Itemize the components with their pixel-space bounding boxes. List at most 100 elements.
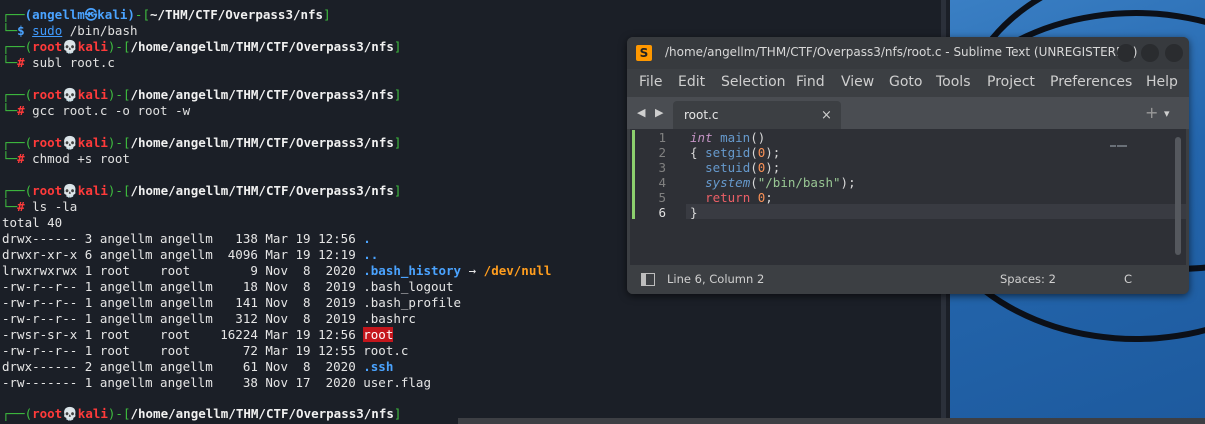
root-command-line: └─# subl root.c — [2, 55, 115, 71]
prompt-corner-bottom: └─ — [2, 199, 18, 214]
command-args: /bin/bash — [62, 23, 138, 38]
status-indentation[interactable]: Spaces: 2 — [1000, 272, 1056, 286]
command-text: ls -la — [32, 199, 78, 214]
prompt-host: kali — [77, 135, 108, 150]
close-tab-icon[interactable]: × — [821, 108, 832, 123]
file-name: .bash_history — [363, 263, 462, 278]
menu-preferences[interactable]: Preferences — [1050, 74, 1132, 90]
code-call: system — [705, 175, 751, 190]
minimize-button[interactable] — [1117, 44, 1135, 62]
root-command-line: └─# gcc root.c -o root -w — [2, 103, 190, 119]
menu-view[interactable]: View — [841, 74, 874, 90]
symlink-target: /dev/null — [483, 263, 552, 278]
listing-row: drwxr-xr-x 6 angellm angellm 4096 Mar 19… — [2, 247, 378, 263]
prompt-corner-bottom: └─ — [2, 23, 18, 38]
file-meta: 2 angellm angellm 61 Nov 8 2020 — [77, 359, 364, 374]
prompt-path: /home/angellm/THM/CTF/Overpass3/nfs — [130, 87, 394, 102]
close-button[interactable] — [1165, 44, 1183, 62]
code-brace: } — [690, 205, 698, 220]
window-titlebar[interactable]: S /home/angellm/THM/CTF/Overpass3/nfs/ro… — [627, 37, 1189, 69]
prompt-root-user: root — [32, 183, 63, 198]
prompt-command-line: └─$ sudo /bin/bash — [2, 23, 138, 39]
root-prompt-header: ┌──(root💀kali)-[/home/angellm/THM/CTF/Ov… — [2, 183, 401, 199]
code-func-name: main — [712, 130, 751, 145]
window-title: /home/angellm/THM/CTF/Overpass3/nfs/root… — [665, 45, 1138, 59]
minimap[interactable] — [1110, 132, 1132, 147]
command-text: gcc root.c -o root -w — [32, 103, 191, 118]
prompt-root-user: root — [32, 87, 63, 102]
prompt-bracket: ] — [393, 135, 402, 150]
file-perms: -rw------- — [2, 375, 78, 390]
prompt-symbol: $ — [17, 23, 25, 38]
line-number: 3 — [658, 160, 666, 175]
file-name: .bash_profile — [363, 295, 462, 310]
sidebar-toggle-icon[interactable] — [641, 273, 655, 286]
file-name: .bashrc — [363, 311, 416, 326]
status-cursor-position[interactable]: Line 6, Column 2 — [667, 272, 764, 286]
listing-row: -rw-r--r-- 1 angellm angellm 312 Nov 8 2… — [2, 311, 416, 327]
code-call: setuid — [705, 160, 751, 175]
tab-nav-arrows-icon[interactable]: ◀ ▶ — [637, 106, 666, 119]
menu-help[interactable]: Help — [1146, 74, 1178, 90]
line-number-current: 6 — [658, 205, 666, 220]
code-line: } — [690, 205, 698, 220]
prompt-corner: ┌──( — [2, 87, 33, 102]
listing-row: drwx------ 2 angellm angellm 61 Nov 8 20… — [2, 359, 393, 375]
file-perms: lrwxrwxrwx — [2, 263, 78, 278]
prompt-symbol: # — [17, 55, 25, 70]
menu-find[interactable]: Find — [796, 74, 825, 90]
file-name-suid: root — [363, 327, 394, 342]
code-paren: ); — [765, 145, 781, 160]
line-gutter: 1 2 3 4 5 6 — [630, 129, 686, 265]
current-line-highlight — [686, 204, 1186, 219]
skull-icon: 💀 — [62, 183, 78, 198]
line-number: 4 — [658, 175, 666, 190]
prompt-symbol: # — [17, 103, 25, 118]
command-sudo: sudo — [32, 23, 63, 38]
root-prompt-header: ┌──(root💀kali)-[/home/angellm/THM/CTF/Ov… — [2, 135, 401, 151]
file-perms: -rw-r--r-- — [2, 311, 78, 326]
tab-root-c[interactable]: root.c × — [673, 101, 841, 129]
code-call: setgid — [705, 145, 751, 160]
prompt-root-user: root — [32, 39, 63, 54]
menu-edit[interactable]: Edit — [678, 74, 705, 90]
new-tab-icon[interactable]: + — [1145, 103, 1158, 122]
editor-scrollbar[interactable] — [1175, 137, 1181, 255]
prompt-dash: )-[ — [107, 406, 131, 421]
taskbar-edge — [458, 418, 1205, 424]
listing-row: -rw-r--r-- 1 angellm angellm 141 Nov 8 2… — [2, 295, 461, 311]
prompt-dash: )-[ — [107, 39, 131, 54]
tab-list-icon[interactable]: ▾ — [1164, 107, 1170, 120]
skull-icon: 💀 — [62, 39, 78, 54]
menu-tools[interactable]: Tools — [936, 74, 971, 90]
code-string: "/bin/bash" — [757, 175, 841, 190]
sublime-window[interactable]: S /home/angellm/THM/CTF/Overpass3/nfs/ro… — [627, 37, 1189, 294]
file-meta: 1 root root 72 Mar 19 12:55 — [77, 343, 364, 358]
menu-selection[interactable]: Selection — [721, 74, 786, 90]
command-text: chmod +s root — [32, 151, 130, 166]
file-meta: 1 angellm angellm 18 Nov 8 2019 — [77, 279, 364, 294]
prompt-bracket: ] — [393, 39, 402, 54]
file-meta: 6 angellm angellm 4096 Mar 19 12:19 — [77, 247, 364, 262]
menu-file[interactable]: File — [639, 74, 662, 90]
prompt-corner: ┌──( — [2, 135, 33, 150]
prompt-user-host: (angellm㉿kali) — [24, 7, 135, 22]
prompt-corner-bottom: └─ — [2, 103, 18, 118]
code-brace: { — [690, 145, 706, 160]
code-paren: ( — [750, 175, 758, 190]
menu-project[interactable]: Project — [987, 74, 1035, 90]
listing-row: -rw-r--r-- 1 angellm angellm 18 Nov 8 20… — [2, 279, 454, 295]
root-command-line: └─# ls -la — [2, 199, 77, 215]
code-paren: ); — [765, 160, 781, 175]
sublime-logo-icon: S — [636, 45, 652, 61]
prompt-host: kali — [77, 39, 108, 54]
skull-icon: 💀 — [62, 87, 78, 102]
code-editor[interactable]: 1 2 3 4 5 6 int main() { setgid(0); setu… — [630, 129, 1186, 265]
prompt-host: kali — [77, 406, 108, 421]
menu-goto[interactable]: Goto — [889, 74, 922, 90]
file-meta: 1 root root 9 Nov 8 2020 — [77, 263, 364, 278]
file-meta: 1 angellm angellm 312 Nov 8 2019 — [77, 311, 364, 326]
modified-lines-marker — [632, 130, 635, 219]
status-syntax[interactable]: C — [1124, 272, 1132, 286]
maximize-button[interactable] — [1141, 44, 1159, 62]
